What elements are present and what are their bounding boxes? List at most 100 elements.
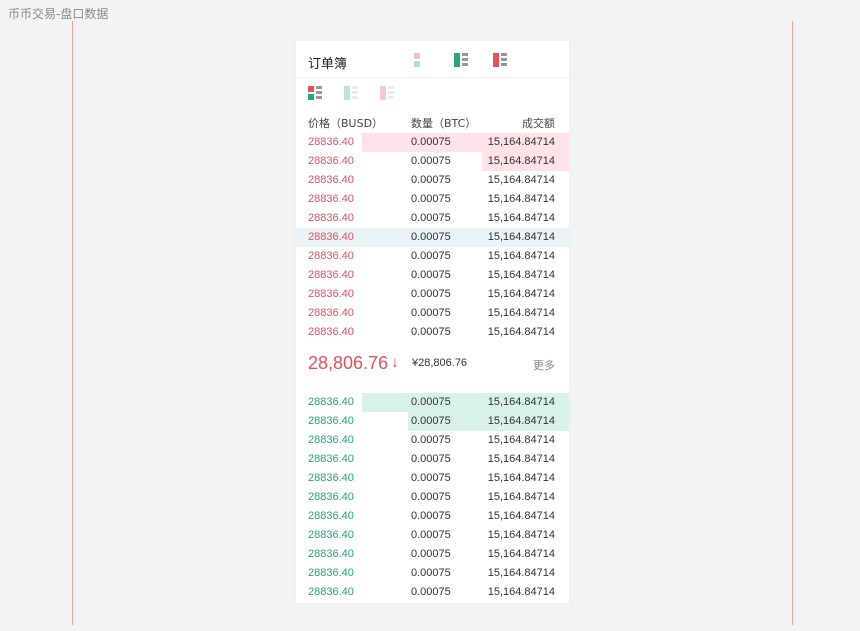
price-cell: 28836.40 xyxy=(308,510,354,522)
price-cell: 28836.40 xyxy=(308,415,354,427)
guide-line-left xyxy=(72,21,73,625)
view-both-icon[interactable] xyxy=(308,86,322,100)
more-link[interactable]: 更多 xyxy=(533,357,555,373)
bid-row[interactable]: 28836.40 0.00075 15,164.84714 xyxy=(296,450,569,469)
bid-row[interactable]: 28836.40 0.00075 15,164.84714 xyxy=(296,488,569,507)
total-cell: 15,164.84714 xyxy=(487,231,555,243)
ask-row[interactable]: 28836.40 0.00075 15,164.84714 xyxy=(296,190,569,209)
qty-cell: 0.00075 xyxy=(411,567,451,579)
page-caption: 币币交易-盘口数据 xyxy=(8,7,109,21)
price-cell: 28836.40 xyxy=(308,548,354,560)
price-cell: 28836.40 xyxy=(308,586,354,598)
ask-row[interactable]: 28836.40 0.00075 15,164.84714 xyxy=(296,228,569,247)
price-cell: 28836.40 xyxy=(308,567,354,579)
qty-cell: 0.00075 xyxy=(411,453,451,465)
bids-list: 28836.40 0.00075 15,164.84714 28836.40 0.000… xyxy=(296,393,569,602)
bid-row[interactable]: 28836.40 0.00075 15,164.84714 xyxy=(296,526,569,545)
last-price: 28,806.76 xyxy=(308,353,389,373)
qty-cell: 0.00075 xyxy=(411,250,451,262)
price-cell: 28836.40 xyxy=(308,136,354,148)
qty-cell: 0.00075 xyxy=(411,548,451,560)
bid-row[interactable]: 28836.40 0.00075 15,164.84714 xyxy=(296,431,569,450)
qty-cell: 0.00075 xyxy=(411,415,451,427)
price-cell: 28836.40 xyxy=(308,434,354,446)
bid-row[interactable]: 28836.40 0.00075 15,164.84714 xyxy=(296,507,569,526)
qty-cell: 0.00075 xyxy=(411,193,451,205)
qty-cell: 0.00075 xyxy=(411,510,451,522)
price-cell: 28836.40 xyxy=(308,288,354,300)
asks-list: 28836.40 0.00075 15,164.84714 28836.40 0.000… xyxy=(296,133,569,342)
ticker-row: 28,806.76 ↓ ¥28,806.76 更多 xyxy=(296,342,569,393)
price-cell: 28836.40 xyxy=(308,491,354,503)
total-cell: 15,164.84714 xyxy=(487,155,555,167)
orderbook-header: 订单簿 xyxy=(296,41,569,78)
ask-row[interactable]: 28836.40 0.00075 15,164.84714 xyxy=(296,133,569,152)
bid-row[interactable]: 28836.40 0.00075 15,164.84714 xyxy=(296,545,569,564)
ask-row[interactable]: 28836.40 0.00075 15,164.84714 xyxy=(296,266,569,285)
price-cell: 28836.40 xyxy=(308,250,354,262)
view-sell-icon[interactable] xyxy=(380,86,394,100)
view-toggle-bar xyxy=(296,78,569,112)
qty-cell: 0.00075 xyxy=(411,231,451,243)
qty-column-header: 数量（BTC） xyxy=(411,117,477,130)
qty-cell: 0.00075 xyxy=(411,434,451,446)
arrow-down-icon: ↓ xyxy=(391,354,399,371)
price-cell: 28836.40 xyxy=(308,269,354,281)
qty-cell: 0.00075 xyxy=(411,269,451,281)
total-column-header: 成交额 xyxy=(522,117,555,130)
price-cell: 28836.40 xyxy=(308,453,354,465)
qty-cell: 0.00075 xyxy=(411,472,451,484)
total-cell: 15,164.84714 xyxy=(487,326,555,338)
price-cell: 28836.40 xyxy=(308,231,354,243)
total-cell: 15,164.84714 xyxy=(487,269,555,281)
price-cell: 28836.40 xyxy=(308,155,354,167)
view-buy-only-icon[interactable] xyxy=(454,53,468,67)
ask-row[interactable]: 28836.40 0.00075 15,164.84714 xyxy=(296,209,569,228)
ask-row[interactable]: 28836.40 0.00075 15,164.84714 xyxy=(296,152,569,171)
price-cell: 28836.40 xyxy=(308,396,354,408)
price-cell: 28836.40 xyxy=(308,529,354,541)
total-cell: 15,164.84714 xyxy=(487,250,555,262)
qty-cell: 0.00075 xyxy=(411,174,451,186)
total-cell: 15,164.84714 xyxy=(487,136,555,148)
qty-cell: 0.00075 xyxy=(411,136,451,148)
bid-row[interactable]: 28836.40 0.00075 15,164.84714 xyxy=(296,564,569,583)
qty-cell: 0.00075 xyxy=(411,529,451,541)
cny-price: ¥28,806.76 xyxy=(412,357,468,369)
price-cell: 28836.40 xyxy=(308,326,354,338)
price-cell: 28836.40 xyxy=(308,212,354,224)
total-cell: 15,164.84714 xyxy=(487,510,555,522)
qty-cell: 0.00075 xyxy=(411,396,451,408)
total-cell: 15,164.84714 xyxy=(487,453,555,465)
qty-cell: 0.00075 xyxy=(411,307,451,319)
bid-row[interactable]: 28836.40 0.00075 15,164.84714 xyxy=(296,412,569,431)
guide-line-right xyxy=(792,21,793,625)
price-column-header: 价格（BUSD） xyxy=(308,117,384,130)
column-headers: 价格（BUSD） 数量（BTC） 成交额 xyxy=(296,112,569,133)
qty-cell: 0.00075 xyxy=(411,586,451,598)
price-cell: 28836.40 xyxy=(308,193,354,205)
bid-row[interactable]: 28836.40 0.00075 15,164.84714 xyxy=(296,469,569,488)
ask-row[interactable]: 28836.40 0.00075 15,164.84714 xyxy=(296,285,569,304)
view-sell-only-icon-alt[interactable] xyxy=(493,53,507,67)
total-cell: 15,164.84714 xyxy=(487,212,555,224)
view-buy-icon[interactable] xyxy=(344,86,358,100)
ask-row[interactable]: 28836.40 0.00075 15,164.84714 xyxy=(296,247,569,266)
qty-cell: 0.00075 xyxy=(411,491,451,503)
bid-row[interactable]: 28836.40 0.00075 15,164.84714 xyxy=(296,393,569,412)
total-cell: 15,164.84714 xyxy=(487,548,555,560)
qty-cell: 0.00075 xyxy=(411,155,451,167)
view-sell-only-icon[interactable] xyxy=(414,53,428,67)
qty-cell: 0.00075 xyxy=(411,326,451,338)
qty-cell: 0.00075 xyxy=(411,288,451,300)
ask-row[interactable]: 28836.40 0.00075 15,164.84714 xyxy=(296,304,569,323)
ask-row[interactable]: 28836.40 0.00075 15,164.84714 xyxy=(296,171,569,190)
bid-row[interactable]: 28836.40 0.00075 15,164.84714 xyxy=(296,583,569,602)
total-cell: 15,164.84714 xyxy=(487,434,555,446)
price-cell: 28836.40 xyxy=(308,472,354,484)
total-cell: 15,164.84714 xyxy=(487,529,555,541)
total-cell: 15,164.84714 xyxy=(487,288,555,300)
ask-row[interactable]: 28836.40 0.00075 15,164.84714 xyxy=(296,323,569,342)
total-cell: 15,164.84714 xyxy=(487,193,555,205)
total-cell: 15,164.84714 xyxy=(487,472,555,484)
